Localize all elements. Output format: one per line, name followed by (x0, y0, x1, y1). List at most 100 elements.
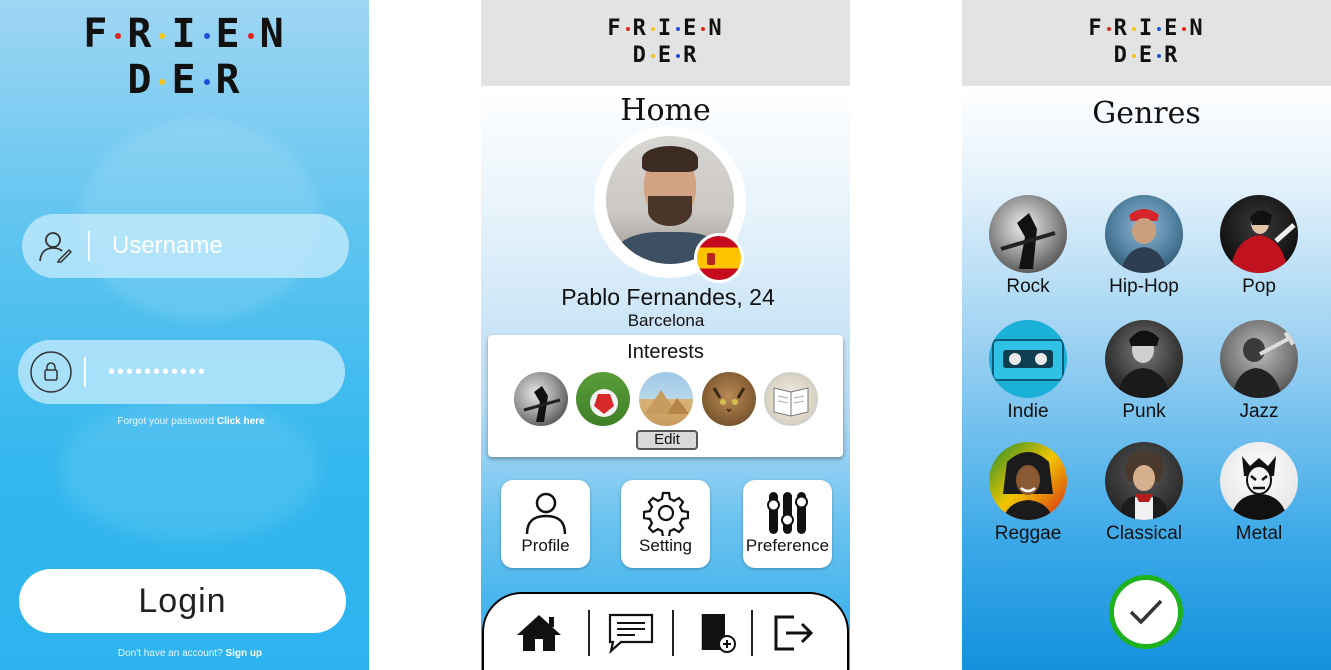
logo-dot (159, 79, 166, 85)
field-separator (88, 231, 90, 261)
photo-detail (642, 146, 698, 172)
logo-letter: I (657, 16, 674, 41)
genre-hip-hop[interactable]: Hip-Hop (1094, 195, 1194, 298)
logo-letter: I (1138, 16, 1155, 41)
confirm-button[interactable] (1109, 575, 1183, 649)
genre-label: Reggae (994, 523, 1062, 544)
logo-letter: E (215, 11, 242, 57)
nav-chat[interactable] (596, 594, 666, 670)
logo-letter: D (127, 57, 154, 103)
check-icon (1129, 599, 1163, 625)
logo-letter: F (1088, 16, 1104, 41)
edit-interests-button[interactable]: Edit (636, 430, 698, 450)
logo-letter: N (259, 11, 286, 57)
logo-dot (1106, 27, 1111, 31)
password-value: ••••••••••• (108, 360, 208, 383)
interest-rock-thumbnail[interactable] (514, 372, 568, 426)
genre-label: Jazz (1239, 401, 1279, 422)
nav-separator (588, 610, 590, 656)
genre-classical[interactable]: Classical (1094, 442, 1194, 545)
field-separator (84, 357, 86, 387)
nav-home[interactable] (504, 594, 574, 670)
preference-tile[interactable]: Preference (743, 480, 832, 568)
username-field[interactable]: Username (22, 214, 349, 278)
genre-metal-image (1220, 442, 1298, 520)
book-shape (773, 387, 809, 417)
home-icon (517, 615, 561, 651)
logo-dot (1157, 54, 1162, 58)
football-shape (590, 389, 618, 417)
app-logo: FRIEN DER (962, 18, 1331, 67)
genre-label: Metal (1235, 523, 1283, 544)
genres-screen: FRIEN DER Genres Rock Hip-Hop Pop Indie (962, 0, 1331, 670)
profile-label: Profile (521, 536, 570, 555)
cat-face-shape (712, 387, 746, 413)
logout-icon (774, 615, 814, 651)
logo-letter: D (1113, 43, 1129, 68)
nav-add-page[interactable] (682, 594, 752, 670)
header-bar: FRIEN DER (481, 0, 850, 86)
logo-dot (115, 33, 122, 39)
home-screen: FRIEN DER Home Pablo Fernandes, 24 Barce… (481, 0, 850, 670)
logo-letter: I (171, 11, 198, 57)
logo-letter: R (127, 11, 154, 57)
login-button[interactable]: Login (19, 569, 346, 633)
logo-letter: E (1138, 43, 1155, 68)
interests-title: Interests (627, 341, 704, 363)
genre-jazz[interactable]: Jazz (1209, 320, 1309, 423)
preference-label: Preference (745, 536, 830, 555)
chat-icon (608, 613, 654, 654)
app-logo: FRIEN DER (0, 14, 369, 100)
genre-label: Indie (1007, 401, 1049, 422)
forgot-label: Forgot your password (117, 416, 215, 427)
logo-letter: N (1189, 16, 1205, 41)
pyramids-shape (645, 390, 689, 414)
genre-label: Hip-Hop (1109, 276, 1179, 297)
logo-letter: F (607, 16, 623, 41)
password-field[interactable]: ••••••••••• (18, 340, 345, 404)
logo-dot (203, 33, 210, 39)
app-logo: FRIEN DER (481, 18, 850, 67)
genre-indie-image (989, 320, 1067, 398)
genre-jazz-image (1220, 320, 1298, 398)
genre-label: Pop (1242, 276, 1276, 297)
genre-punk[interactable]: Punk (1094, 320, 1194, 423)
logo-dot (247, 33, 254, 39)
sliders-icon (743, 490, 832, 536)
logo-dot (1131, 54, 1136, 58)
setting-tile[interactable]: Setting (621, 480, 710, 568)
logo-letter: R (1164, 43, 1180, 68)
logo-dot (1157, 27, 1162, 31)
signup-link[interactable]: Sign up (225, 648, 262, 659)
logo-letter: R (215, 57, 242, 103)
genre-metal[interactable]: Metal (1209, 442, 1309, 545)
logo-dot (650, 27, 655, 31)
logo-dot (203, 79, 210, 85)
nav-separator (751, 610, 753, 656)
interest-cats-thumbnail[interactable] (702, 372, 756, 426)
username-placeholder: Username (112, 232, 223, 259)
logo-letter: D (632, 43, 648, 68)
interest-football-thumbnail[interactable] (576, 372, 630, 426)
logo-dot (1182, 27, 1187, 31)
nav-logout[interactable] (759, 594, 829, 670)
setting-label: Setting (639, 536, 692, 555)
logo-letter: N (708, 16, 724, 41)
genre-reggae[interactable]: Reggae (978, 442, 1078, 545)
header-bar: FRIEN DER (962, 0, 1331, 86)
genre-reggae-image (989, 442, 1067, 520)
logo-letter: E (1164, 16, 1180, 41)
forgot-password-link[interactable]: Click here (217, 416, 265, 427)
genre-rock[interactable]: Rock (978, 195, 1078, 298)
interest-travel-thumbnail[interactable] (639, 372, 693, 426)
logo-dot (1131, 27, 1136, 31)
bottom-nav (482, 592, 849, 670)
genre-pop[interactable]: Pop (1209, 195, 1309, 298)
logo-dot (159, 33, 166, 39)
interests-card: Interests Edit (488, 335, 843, 457)
interest-reading-thumbnail[interactable] (764, 372, 818, 426)
genre-indie[interactable]: Indie (978, 320, 1078, 423)
profile-tile[interactable]: Profile (501, 480, 590, 568)
gear-icon (621, 490, 710, 536)
nav-separator (672, 610, 674, 656)
